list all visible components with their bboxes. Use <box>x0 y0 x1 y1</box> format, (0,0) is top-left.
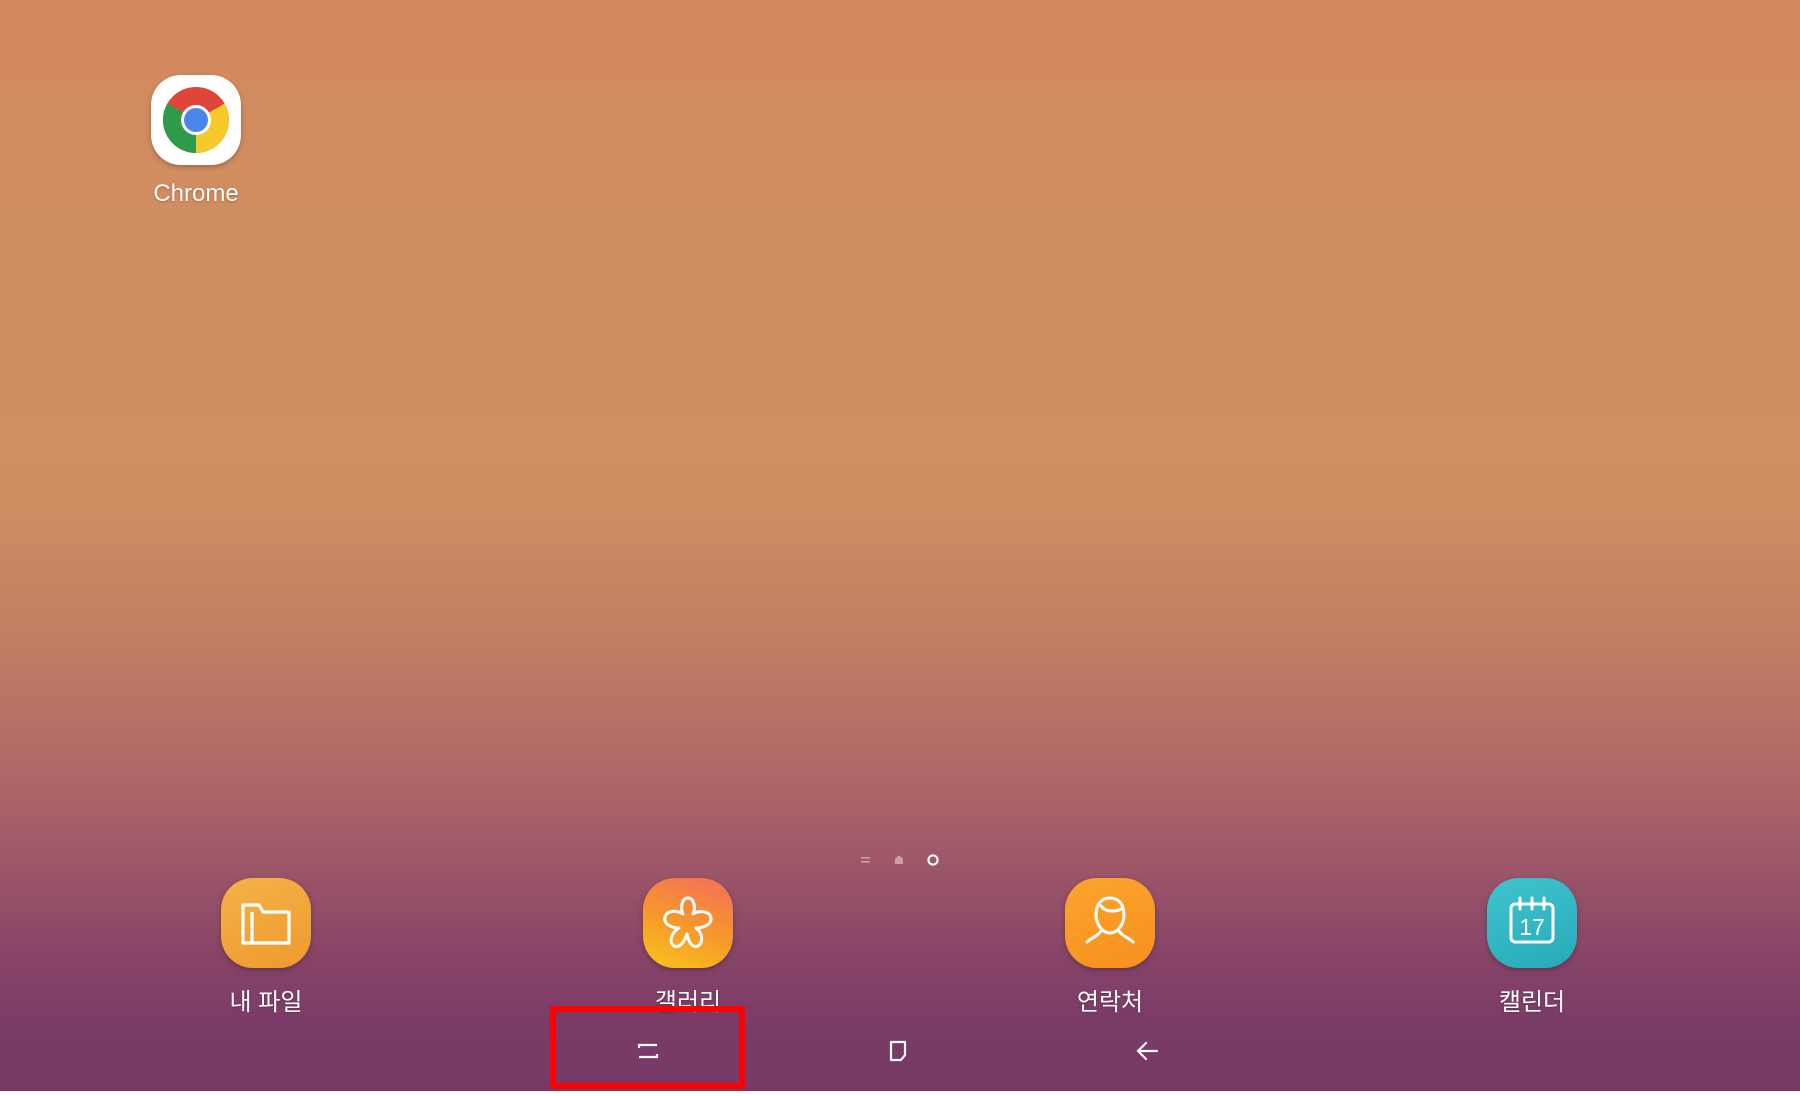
person-icon <box>1065 878 1155 968</box>
page-indicator-current-dot <box>927 854 939 866</box>
home-icon <box>889 1040 907 1062</box>
highlight-box <box>550 1006 745 1089</box>
folder-icon <box>221 878 311 968</box>
desktop-app-label: Chrome <box>153 180 239 207</box>
chrome-icon <box>151 75 241 165</box>
back-button[interactable] <box>1097 1012 1197 1091</box>
dock-app-gallery[interactable]: 갤러리 <box>608 878 768 1018</box>
home-screen: Chrome 내 파일 갤러리 연락처 17 캘린더 <box>0 0 1800 1091</box>
calendar-icon: 17 <box>1487 878 1577 968</box>
page-indicator-menu-icon <box>861 857 870 863</box>
page-indicator[interactable] <box>856 852 946 868</box>
flower-icon <box>643 878 733 968</box>
page-indicator-home-icon <box>895 855 903 864</box>
dock-app-contacts[interactable]: 연락처 <box>1030 878 1190 1018</box>
desktop-app-chrome[interactable]: Chrome <box>140 72 252 212</box>
home-button[interactable] <box>848 1012 948 1091</box>
back-arrow-icon <box>1136 1041 1159 1061</box>
dock-app-calendar[interactable]: 17 캘린더 <box>1452 878 1612 1018</box>
calendar-day-text: 17 <box>1519 914 1545 940</box>
navigation-bar <box>0 1012 1800 1091</box>
dock-app-my-files[interactable]: 내 파일 <box>186 878 346 1018</box>
